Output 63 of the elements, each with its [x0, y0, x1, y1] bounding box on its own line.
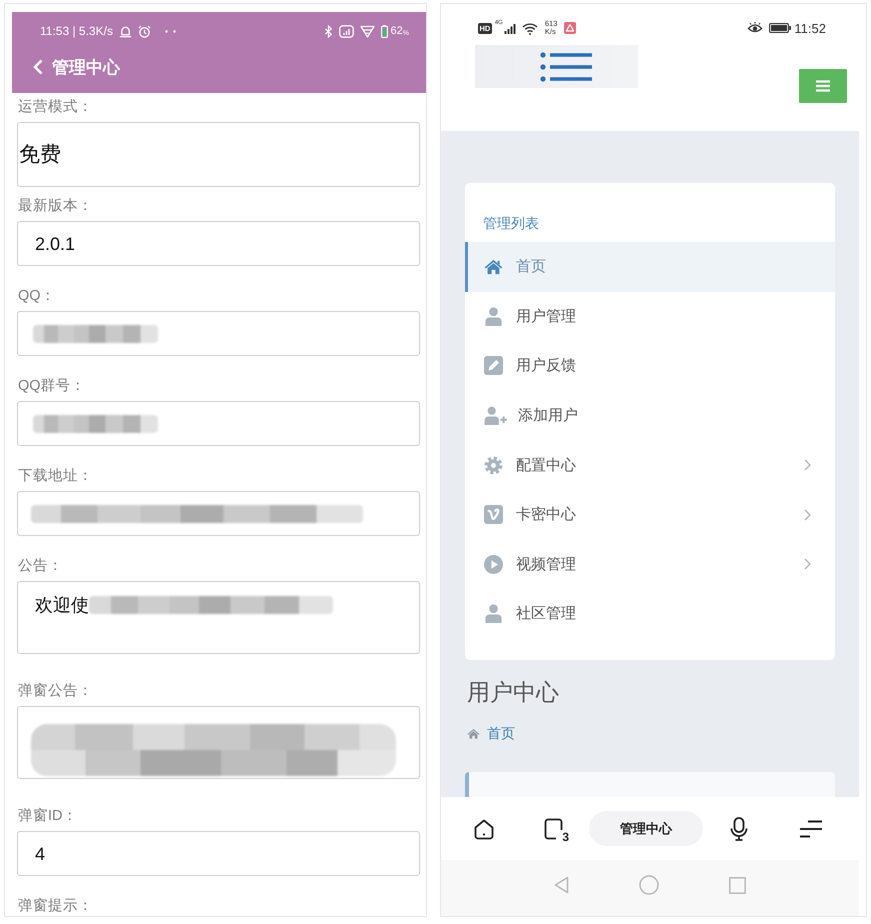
- field-label: 最新版本：: [17, 196, 93, 216]
- menu-item[interactable]: 用户管理: [465, 292, 835, 342]
- bluetooth-icon: [324, 24, 333, 38]
- input-field[interactable]: [17, 491, 420, 536]
- select-field[interactable]: 免费: [17, 122, 420, 187]
- bell-icon: [118, 24, 132, 38]
- gear-icon: [484, 456, 503, 475]
- home-icon[interactable]: [473, 818, 495, 840]
- page-title: 管理中心: [52, 56, 120, 78]
- v-mark-icon: [484, 505, 503, 524]
- warning-icon: [564, 22, 576, 34]
- address-bar[interactable]: 管理中心: [589, 811, 703, 846]
- menu-item[interactable]: 用户反馈: [465, 341, 835, 391]
- list-icon: [540, 50, 592, 82]
- signal-bars-icon: [504, 22, 516, 34]
- input-field[interactable]: 4: [17, 831, 420, 876]
- menu-item[interactable]: 卡密中心: [465, 490, 835, 540]
- user-icon: [484, 604, 503, 624]
- recents-icon[interactable]: [729, 876, 746, 894]
- wifi-icon: [522, 22, 538, 34]
- tabs-button[interactable]: 3: [543, 816, 569, 840]
- menu-item[interactable]: 社区管理: [465, 589, 835, 639]
- battery-percent: 62$_{%}$: [390, 25, 409, 37]
- home-icon: [484, 257, 503, 276]
- status-time: 11:53 | 5.3K/s: [40, 24, 113, 38]
- menu-icon[interactable]: [799, 818, 823, 838]
- microphone-icon[interactable]: [730, 816, 748, 840]
- menu-item[interactable]: 添加用户: [465, 390, 835, 440]
- home-button-icon[interactable]: [639, 875, 659, 895]
- edit-icon: [484, 356, 503, 376]
- add-user-icon: [484, 406, 508, 426]
- input-field[interactable]: [17, 311, 420, 356]
- section-heading: 管理列表: [482, 214, 540, 233]
- input-field[interactable]: [17, 401, 420, 446]
- field-label: QQ群号：: [17, 377, 86, 396]
- wifi-icon: [360, 24, 375, 38]
- breadcrumb-link[interactable]: 首页: [487, 724, 515, 743]
- menu-button[interactable]: [799, 69, 847, 103]
- user-icon: [484, 306, 503, 326]
- field-label: 弹窗提示：: [17, 896, 93, 916]
- alarm-clock-icon: [138, 24, 151, 38]
- battery-icon: [769, 23, 792, 33]
- menu-item[interactable]: 视频管理: [465, 540, 835, 590]
- field-label: 运营模式：: [17, 98, 93, 117]
- signal-bars-icon: [338, 24, 354, 38]
- more-dots-icon: [164, 30, 176, 32]
- section-title: 用户中心: [466, 678, 560, 706]
- field-label: QQ：: [17, 287, 56, 306]
- input-field[interactable]: 2.0.1: [17, 221, 420, 266]
- status-time: 11:52: [794, 20, 826, 36]
- play-icon: [484, 554, 503, 574]
- text-area[interactable]: 欢迎使: [17, 581, 420, 654]
- home-icon: [467, 728, 480, 740]
- menu-icon: [816, 80, 830, 92]
- menu-item[interactable]: 配置中心: [465, 440, 835, 490]
- field-label: 弹窗ID：: [17, 806, 78, 826]
- field-label: 下载地址：: [17, 467, 93, 486]
- back-icon[interactable]: [554, 876, 569, 894]
- text-area[interactable]: [17, 706, 420, 779]
- eye-icon: [747, 22, 764, 34]
- field-label: 公告：: [17, 557, 63, 576]
- battery-icon: [380, 24, 388, 38]
- field-label: 弹窗公告：: [17, 682, 93, 701]
